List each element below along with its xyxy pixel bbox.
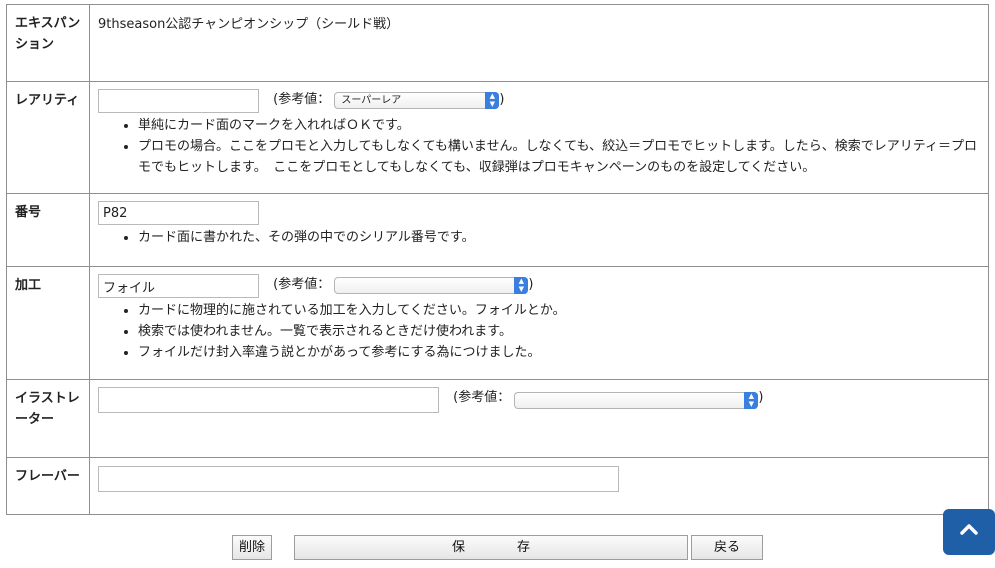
number-input[interactable] (98, 201, 259, 225)
list-item: プロモの場合。ここをプロモと入力してもしなくても構いません。しなくても、絞込＝プ… (138, 136, 980, 178)
flavor-input[interactable] (98, 466, 619, 492)
illustrator-reference: (参考値： ▲ ▼ ) (453, 387, 763, 409)
illustrator-label: イラストレーター (6, 379, 90, 458)
flavor-label: フレーバー (6, 457, 90, 515)
row-illustrator: イラストレーター (参考値： ▲ ▼ ) (6, 379, 989, 458)
card-edit-form: エキスパンション 9thseason公認チャンピオンシップ（シールド戦） レアリ… (6, 4, 989, 515)
rarity-reference: (参考値： スーパーレア ▲ ▼ ) (273, 89, 504, 110)
finish-input-line: (参考値： ▲▼ ) (98, 274, 980, 298)
finish-reference-select[interactable]: ▲ ▼ (334, 277, 529, 294)
row-rarity: レアリティ (参考値： スーパーレア ▲▼ ) 単純にカード面のマークを入れれば… (6, 81, 989, 194)
select-arrow-icon: ▲ ▼ (485, 92, 500, 109)
rarity-reference-select[interactable]: スーパーレア ▲ ▼ (334, 92, 500, 109)
rarity-input[interactable] (98, 89, 259, 113)
select-arrow-icon: ▲ ▼ (514, 277, 529, 294)
number-input-line (98, 201, 980, 225)
rarity-select-value: スーパーレア (341, 95, 402, 106)
scroll-top-button[interactable] (943, 509, 995, 555)
rarity-ref-close: ) (499, 92, 505, 107)
rarity-input-line: (参考値： スーパーレア ▲ ▼ ) (98, 89, 980, 113)
chevron-up-icon (960, 524, 978, 535)
back-button[interactable]: 戻る (691, 535, 763, 560)
finish-reference: (参考値： ▲ ▼ ) (273, 274, 533, 295)
action-bar: 削除 保 存 戻る (0, 535, 995, 561)
expansion-value: 9thseason公認チャンピオンシップ（シールド戦） (98, 17, 400, 32)
illustrator-reference-select[interactable]: ▲ ▼ (514, 392, 759, 409)
save-button[interactable]: 保 存 (294, 535, 688, 560)
row-number: 番号 カード面に書かれた、その弾の中でのシリアル番号です。 (6, 193, 989, 267)
expansion-label: エキスパンション (6, 4, 90, 82)
illustrator-input[interactable] (98, 387, 439, 413)
number-label: 番号 (6, 193, 90, 267)
illustrator-ref-close: ) (758, 390, 764, 405)
delete-button[interactable]: 削除 (232, 535, 272, 560)
rarity-notes: 単純にカード面のマークを入れればＯＫです。 プロモの場合。ここをプロモと入力して… (98, 115, 980, 178)
illustrator-input-line: (参考値： ▲ ▼ ) (98, 387, 980, 413)
row-flavor: フレーバー (6, 457, 989, 515)
finish-ref-label: (参考値： (273, 277, 331, 292)
number-notes: カード面に書かれた、その弾の中でのシリアル番号です。 (98, 227, 980, 248)
list-item: 単純にカード面のマークを入れればＯＫです。 (138, 115, 980, 136)
finish-notes: カードに物理的に施されている加工を入力してください。フォイルとか。 検索では使わ… (98, 300, 980, 363)
finish-ref-close: ) (528, 277, 534, 292)
rarity-ref-label: (参考値： (273, 92, 331, 107)
finish-label: 加工 (6, 266, 90, 380)
rarity-label: レアリティ (6, 81, 90, 194)
row-finish: 加工 (参考値： ▲▼ ) カードに物理的に施されている加工を入力してください。… (6, 266, 989, 380)
list-item: フォイルだけ封入率違う説とかがあって参考にする為につけました。 (138, 342, 980, 363)
row-expansion: エキスパンション 9thseason公認チャンピオンシップ（シールド戦） (6, 4, 989, 82)
list-item: 検索では使われません。一覧で表示されるときだけ使われます。 (138, 321, 980, 342)
list-item: カード面に書かれた、その弾の中でのシリアル番号です。 (138, 227, 980, 248)
list-item: カードに物理的に施されている加工を入力してください。フォイルとか。 (138, 300, 980, 321)
select-arrow-icon: ▲ ▼ (744, 392, 759, 409)
illustrator-ref-label: (参考値： (453, 390, 511, 405)
finish-input[interactable] (98, 274, 259, 298)
